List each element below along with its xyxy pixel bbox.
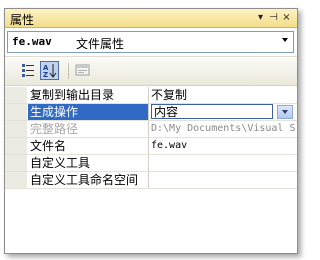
properties-toolbar: A Z <box>5 56 297 86</box>
property-label: 文件名 <box>30 139 67 153</box>
chevron-down-icon[interactable] <box>277 105 293 119</box>
property-row-build-action[interactable]: 生成操作 内容 <box>5 104 297 121</box>
toolbar-separator <box>68 63 69 79</box>
property-label: 完整路径 <box>30 122 79 136</box>
property-label: 自定义工具 <box>30 156 91 170</box>
column-divider <box>148 138 149 154</box>
row-gutter <box>5 155 27 171</box>
property-label: 自定义工具命名空间 <box>30 173 139 187</box>
object-selector[interactable]: fe.wav 文件属性 <box>7 31 294 53</box>
properties-panel: 属性 ▾ ⊣ × fe.wav 文件属性 A Z 复制到输出目录 不复制 生成操… <box>4 8 298 254</box>
property-row-full-path[interactable]: 完整路径 D:\My Documents\Visual S <box>5 121 297 138</box>
chevron-down-icon[interactable] <box>282 38 288 42</box>
property-value: D:\My Documents\Visual S <box>151 123 296 134</box>
row-gutter <box>5 172 27 188</box>
window-position-dropdown-icon[interactable]: ▾ <box>255 11 266 24</box>
property-value[interactable] <box>151 172 297 188</box>
property-value[interactable]: 不复制 <box>151 87 297 103</box>
property-row-custom-tool-namespace[interactable]: 自定义工具命名空间 <box>5 172 297 189</box>
property-row-custom-tool[interactable]: 自定义工具 <box>5 155 297 172</box>
column-divider <box>148 121 149 137</box>
property-value[interactable] <box>151 155 297 171</box>
property-row-copy-to-output[interactable]: 复制到输出目录 不复制 <box>5 87 297 104</box>
build-action-select[interactable]: 内容 <box>151 104 273 119</box>
row-gutter <box>5 138 27 154</box>
column-divider <box>148 87 149 103</box>
column-divider <box>148 172 149 188</box>
column-divider <box>148 155 149 171</box>
property-pages-icon[interactable] <box>73 61 92 80</box>
close-icon[interactable]: × <box>281 11 292 24</box>
panel-titlebar: 属性 ▾ ⊣ × <box>5 9 297 28</box>
row-gutter <box>5 104 27 120</box>
column-divider <box>148 104 149 120</box>
row-gutter <box>5 121 27 137</box>
panel-title: 属性 <box>10 13 35 27</box>
property-label: 生成操作 <box>28 104 148 120</box>
property-label: 复制到输出目录 <box>30 88 115 102</box>
pin-icon[interactable]: ⊣ <box>268 11 279 24</box>
object-name: fe.wav <box>12 35 52 48</box>
categorized-icon[interactable] <box>19 61 38 80</box>
property-row-file-name[interactable]: 文件名 fe.wav <box>5 138 297 155</box>
property-value[interactable]: fe.wav <box>151 138 297 154</box>
svg-text:Z: Z <box>43 71 48 79</box>
property-grid: 复制到输出目录 不复制 生成操作 内容 完整路径 D:\My Documents… <box>5 87 297 189</box>
row-gutter <box>5 87 27 103</box>
object-type: 文件属性 <box>76 37 125 51</box>
alphabetical-icon[interactable]: A Z <box>40 61 59 80</box>
